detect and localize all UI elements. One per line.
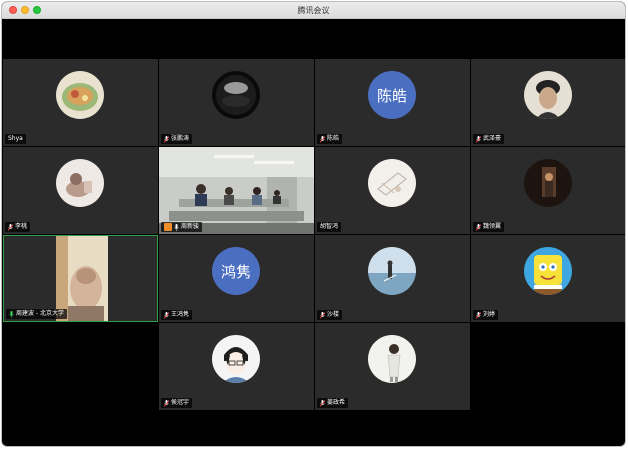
participant-tile[interactable]: 陈皓 陈皓 (315, 59, 470, 146)
participant-avatar (212, 71, 260, 119)
participant-grid: Shya 张鹏涛 陈皓 陈皓 武泽豪 李桃 周新骏 胡智鸿 魏领翼 周建波 - … (3, 59, 625, 411)
participant-name-label: 沙楼 (317, 310, 343, 320)
mic-muted-icon (476, 135, 481, 143)
mic-muted-icon (320, 311, 325, 319)
participant-video (159, 147, 314, 234)
mic-muted-icon (8, 223, 13, 231)
participant-tile[interactable]: 魏领翼 (471, 147, 625, 234)
participant-avatar (56, 71, 104, 119)
participant-avatar (212, 335, 260, 383)
participant-name-label: 魏领翼 (473, 222, 505, 232)
window-title: 腾讯会议 (297, 6, 330, 15)
participant-name-label: 侯冠宇 (161, 398, 193, 408)
participant-name-label: 胡智鸿 (317, 222, 342, 232)
participant-tile[interactable]: 张鹏涛 (159, 59, 314, 146)
participant-name-label: 王鸿隽 (161, 310, 193, 320)
mic-muted-icon (320, 135, 325, 143)
mic-on-icon (174, 223, 179, 231)
participant-tile[interactable]: 武泽豪 (471, 59, 625, 146)
mic-muted-icon (164, 399, 169, 407)
participant-tile[interactable]: 侯冠宇 (159, 323, 314, 410)
participant-name-label: 武泽豪 (473, 134, 505, 144)
participant-tile[interactable]: 沙楼 (315, 235, 470, 322)
mic-muted-icon (476, 223, 481, 231)
mic-muted-icon (320, 399, 325, 407)
mic-muted-icon (476, 311, 481, 319)
meeting-window: 腾讯会议 Shya 张鹏涛 陈皓 陈皓 武泽豪 李桃 周新骏 胡智鸿 魏领翼 周… (1, 1, 626, 447)
participant-tile[interactable]: 鸿隽 王鸿隽 (159, 235, 314, 322)
participant-avatar (56, 159, 104, 207)
participant-tile[interactable]: 姜政希 (315, 323, 470, 410)
title-bar: 腾讯会议 (2, 2, 625, 19)
host-badge-icon (164, 223, 172, 231)
participant-tile-active-speaker[interactable]: 周建波 - 北京大学 (3, 235, 158, 322)
participant-name-label: 陈皓 (317, 134, 343, 144)
participant-name-label: 姜政希 (317, 398, 349, 408)
participant-tile[interactable]: 刘婷 (471, 235, 625, 322)
participant-avatar: 陈皓 (368, 71, 416, 119)
mic-muted-icon (164, 135, 169, 143)
mic-speaking-icon (9, 310, 14, 318)
participant-name-label: 周新骏 (161, 222, 203, 232)
participant-name-label: 刘婷 (473, 310, 499, 320)
participant-avatar (368, 159, 416, 207)
participant-avatar (524, 159, 572, 207)
participant-name-label: 李桃 (5, 222, 31, 232)
participant-tile[interactable]: 胡智鸿 (315, 147, 470, 234)
participant-name-label: 周建波 - 北京大学 (6, 309, 67, 319)
mic-muted-icon (164, 311, 169, 319)
participant-tile[interactable]: 李桃 (3, 147, 158, 234)
participant-avatar (524, 71, 572, 119)
participant-name-label: 张鹏涛 (161, 134, 193, 144)
participant-avatar (368, 335, 416, 383)
participant-name-label: Shya (5, 134, 26, 144)
participant-avatar (524, 247, 572, 295)
participant-tile[interactable]: 周新骏 (159, 147, 314, 234)
participant-avatar (368, 247, 416, 295)
participant-tile[interactable]: Shya (3, 59, 158, 146)
participant-avatar: 鸿隽 (212, 247, 260, 295)
